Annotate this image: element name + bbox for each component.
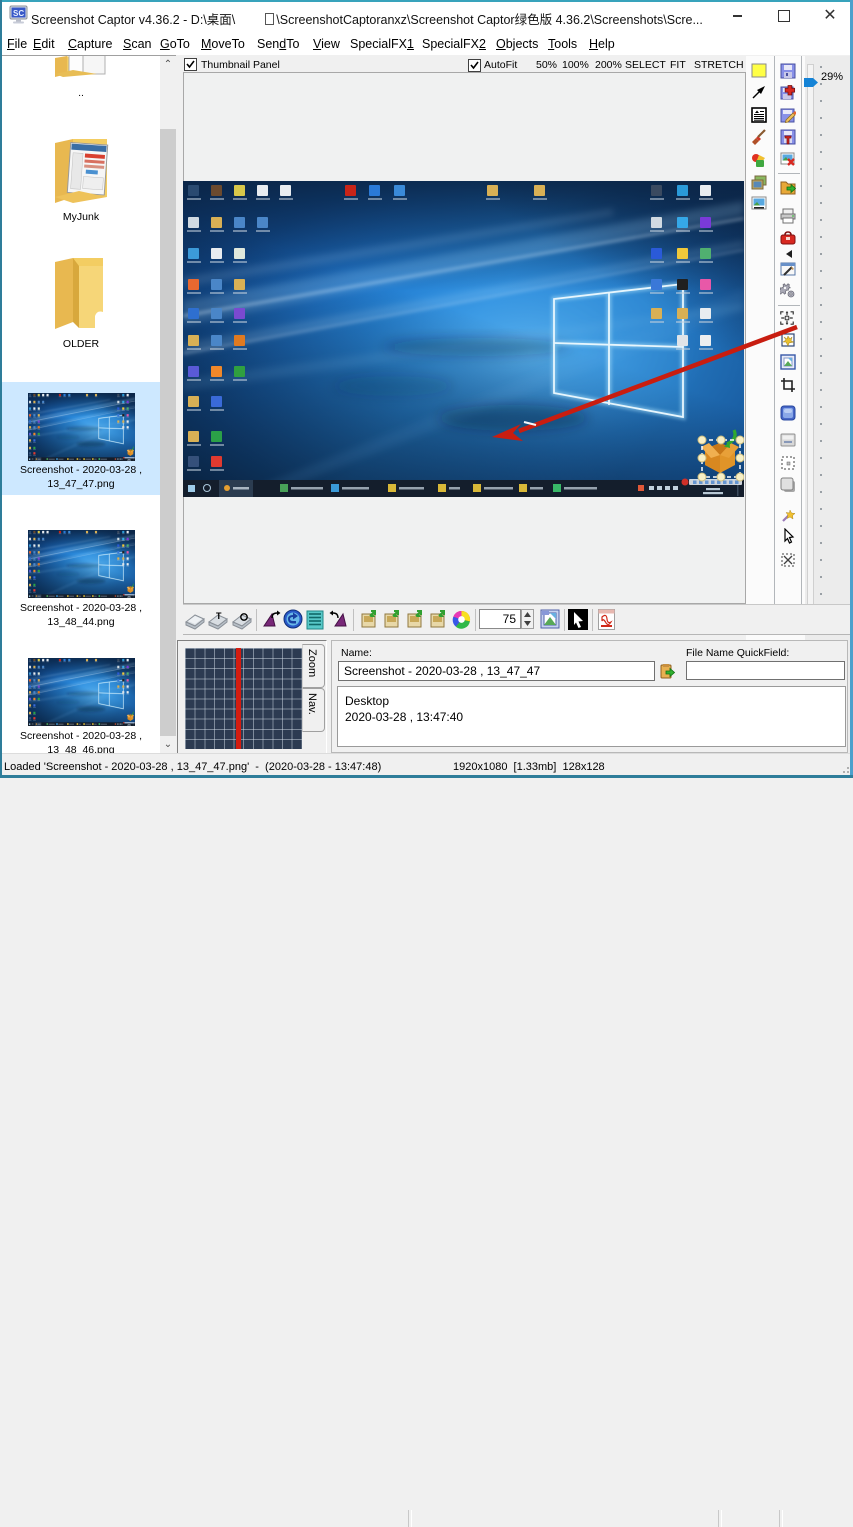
svg-text:SC: SC (13, 9, 24, 18)
svg-text:T: T (216, 611, 222, 621)
